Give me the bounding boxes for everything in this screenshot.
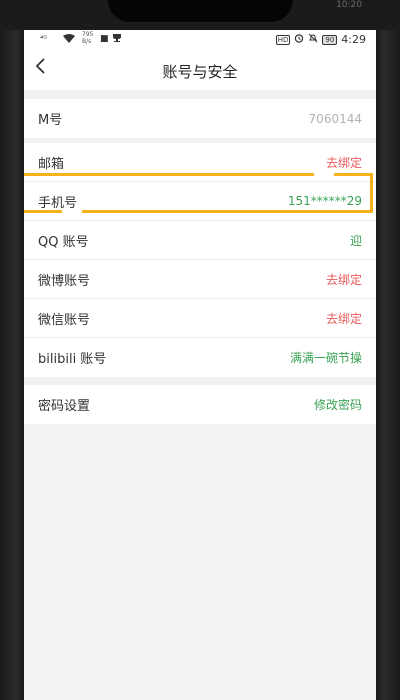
password-label: 密码设置 xyxy=(38,399,91,414)
email-binding-row[interactable]: 邮箱 去绑定 xyxy=(24,143,376,182)
email-bind-link[interactable]: 去绑定 xyxy=(326,154,362,171)
status-bar: ⁴ᴳ 795 B/s ■ HD 90 4:29 xyxy=(24,30,376,50)
account-id-row: M号 7060144 xyxy=(24,99,376,138)
page-title: 账号与安全 xyxy=(162,63,238,81)
qq-value[interactable]: 迎 xyxy=(350,232,362,249)
change-password-link[interactable]: 修改密码 xyxy=(314,396,362,413)
notification-square-icon: ■ xyxy=(100,34,109,44)
status-clock: 4:29 xyxy=(341,33,366,46)
trophy-icon xyxy=(112,33,122,46)
phone-notch xyxy=(108,0,293,22)
password-row[interactable]: 密码设置 修改密码 xyxy=(24,385,376,424)
account-id-label: M号 xyxy=(38,113,63,128)
hd-badge: HD xyxy=(275,34,291,45)
status-right-group: HD 90 4:29 xyxy=(275,33,366,46)
wifi-icon xyxy=(62,33,76,47)
cellular-signal-icon: ⁴ᴳ xyxy=(40,34,48,43)
bilibili-label: bilibili 账号 xyxy=(38,352,107,367)
alarm-icon xyxy=(294,33,304,46)
phone-label: 手机号 xyxy=(38,195,78,211)
weibo-label: 微博账号 xyxy=(38,273,91,289)
bilibili-value[interactable]: 满满一碗节操 xyxy=(290,349,362,366)
wechat-bind-link[interactable]: 去绑定 xyxy=(326,310,362,327)
mute-bell-icon xyxy=(308,33,318,46)
phone-binding-row[interactable]: 手机号 151******29 xyxy=(24,182,376,221)
password-section: 密码设置 修改密码 xyxy=(24,385,376,424)
bezel-clock: 10:20 xyxy=(336,0,362,10)
network-speed: 795 B/s xyxy=(82,31,94,45)
qq-binding-row[interactable]: QQ 账号 迎 xyxy=(24,221,376,260)
account-id-section: M号 7060144 xyxy=(24,99,376,138)
phone-top-bezel: 10:20 xyxy=(0,0,400,30)
navigation-bar: 账号与安全 xyxy=(24,50,376,90)
qq-label: QQ 账号 xyxy=(38,234,89,250)
account-id-value: 7060144 xyxy=(308,111,362,126)
bindings-section: 邮箱 去绑定 手机号 151******29 QQ 账号 迎 微博账号 去绑定 … xyxy=(24,143,376,377)
app-screen: ⁴ᴳ 795 B/s ■ HD 90 4:29 账号与安全 M号 7060144… xyxy=(24,30,376,700)
wechat-label: 微信账号 xyxy=(38,312,91,328)
weibo-binding-row[interactable]: 微博账号 去绑定 xyxy=(24,260,376,299)
bilibili-binding-row[interactable]: bilibili 账号 满满一碗节操 xyxy=(24,338,376,377)
weibo-bind-link[interactable]: 去绑定 xyxy=(326,271,362,288)
email-label: 邮箱 xyxy=(38,156,65,172)
battery-icon: 90 xyxy=(322,34,338,45)
wechat-binding-row[interactable]: 微信账号 去绑定 xyxy=(24,299,376,338)
phone-value[interactable]: 151******29 xyxy=(288,194,362,208)
